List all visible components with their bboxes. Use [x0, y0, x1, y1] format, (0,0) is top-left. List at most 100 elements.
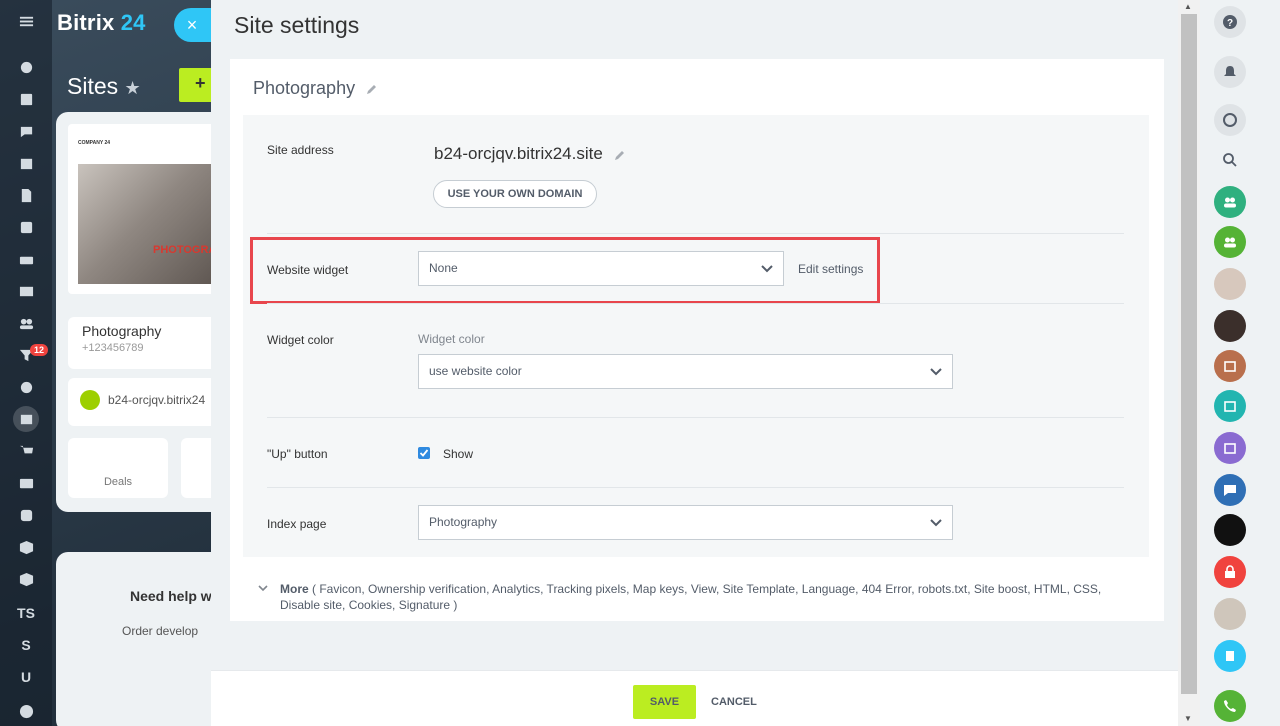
- tasks-icon[interactable]: [13, 214, 39, 240]
- crm-icon[interactable]: [13, 54, 39, 80]
- help-text: Order develop: [122, 624, 199, 638]
- copy-chat-icon[interactable]: [1214, 640, 1246, 672]
- widget-color-select[interactable]: use website color: [418, 354, 953, 389]
- help-title: Need help w: [130, 588, 212, 604]
- widget-color-value: use website color: [429, 364, 522, 378]
- chat-icon[interactable]: [13, 118, 39, 144]
- scroll-up-arrow-icon[interactable]: ▲: [1184, 2, 1192, 11]
- menu-hamburger-icon[interactable]: [13, 8, 39, 34]
- calendar-chat-icon-3[interactable]: [1214, 432, 1246, 464]
- site-address-text: b24-orcjqv.bitrix24.site: [434, 144, 603, 163]
- site-thumbnail[interactable]: COMPANY 24 PHOTOGRA: [68, 124, 226, 294]
- highlight-box: [250, 237, 880, 304]
- site-card-info: Photography +123456789: [68, 317, 226, 369]
- user-avatar-2[interactable]: [1214, 310, 1246, 342]
- calendar-chat-icon[interactable]: [1214, 350, 1246, 382]
- logo-number: 24: [120, 10, 146, 35]
- rail-item-ts[interactable]: TS: [13, 600, 39, 626]
- more-text: More ( Favicon, Ownership verification, …: [258, 581, 1138, 613]
- site-card-link-text: b24-orcjqv.bitrix24: [108, 393, 206, 407]
- settings-form: Photography Site address b24-orcjqv.bitr…: [230, 59, 1164, 621]
- sites-title-text: Sites: [67, 73, 119, 99]
- site-address-value: b24-orcjqv.bitrix24.site: [434, 144, 626, 164]
- rail-item-s[interactable]: S: [13, 632, 39, 658]
- index-page-value: Photography: [429, 515, 498, 529]
- site-card: COMPANY 24 PHOTOGRA Photography +1234567…: [56, 112, 241, 512]
- more-label[interactable]: More: [280, 582, 309, 596]
- edit-pencil-icon[interactable]: [366, 83, 378, 95]
- shop-cart-icon[interactable]: [13, 438, 39, 464]
- edit-address-pencil-icon[interactable]: [614, 149, 626, 161]
- phone-icon[interactable]: [1214, 690, 1246, 722]
- index-page-label: Index page: [267, 517, 327, 531]
- left-menu-rail: 12 TS S U: [0, 0, 52, 726]
- more-section[interactable]: More ( Favicon, Ownership verification, …: [258, 581, 1138, 613]
- document-icon[interactable]: [13, 182, 39, 208]
- bitrix24-logo: Bitrix 24: [57, 10, 146, 36]
- feed-icon[interactable]: [13, 86, 39, 112]
- close-slider-button[interactable]: ×: [174, 8, 214, 42]
- search-icon[interactable]: [1214, 144, 1246, 176]
- calendar-chat-icon-2[interactable]: [1214, 390, 1246, 422]
- settings-inner-block: Site address b24-orcjqv.bitrix24.site US…: [243, 115, 1149, 557]
- user-avatar[interactable]: [1214, 268, 1246, 300]
- link-icon: [80, 390, 100, 410]
- sync-icon[interactable]: [13, 502, 39, 528]
- help-card: Need help w Order develop: [56, 552, 226, 726]
- scrollbar-thumb[interactable]: [1181, 14, 1197, 694]
- panel-title: Site settings: [234, 12, 360, 38]
- site-card-phone: +123456789: [82, 342, 144, 354]
- sites-icon[interactable]: [13, 406, 39, 432]
- box-icon[interactable]: [13, 534, 39, 560]
- star-icon[interactable]: ★: [125, 78, 141, 98]
- drive-icon[interactable]: [13, 246, 39, 272]
- notification-badge: 12: [30, 344, 49, 356]
- site-name-text: Photography: [253, 78, 356, 98]
- messenger-icon[interactable]: [1214, 104, 1246, 136]
- chevron-down-icon[interactable]: [258, 584, 268, 592]
- user-avatar-3[interactable]: [1214, 598, 1246, 630]
- chevron-down-icon: [930, 519, 942, 527]
- svg-text:?: ?: [1227, 18, 1233, 29]
- help-icon[interactable]: ?: [1214, 6, 1246, 38]
- site-name-title: Photography: [253, 78, 378, 99]
- chevron-down-icon[interactable]: [13, 698, 39, 724]
- company-avatar[interactable]: [1214, 514, 1246, 546]
- cancel-button[interactable]: CANCEL: [711, 685, 757, 719]
- site-address-label: Site address: [267, 143, 334, 157]
- divider: [267, 233, 1124, 234]
- index-page-select[interactable]: Photography: [418, 505, 953, 540]
- logo-text: Bitrix: [57, 10, 115, 35]
- site-settings-panel: Site settings Photography Site address b…: [211, 0, 1178, 726]
- group-chat-icon-2[interactable]: [1214, 226, 1246, 258]
- use-own-domain-button[interactable]: USE YOUR OWN DOMAIN: [433, 180, 597, 208]
- divider: [267, 487, 1124, 488]
- scroll-down-arrow-icon[interactable]: ▼: [1184, 714, 1192, 723]
- panel-footer: SAVE CANCEL: [211, 670, 1178, 726]
- sites-page-title: Sites ★: [67, 73, 141, 100]
- group-chat-icon[interactable]: [1214, 186, 1246, 218]
- deals-tile[interactable]: Deals: [68, 438, 168, 498]
- panel-scrollbar[interactable]: ▲ ▼: [1178, 0, 1200, 726]
- rail-item-u[interactable]: U: [13, 664, 39, 690]
- thumbnail-brand: COMPANY 24: [78, 140, 111, 146]
- calendar-icon[interactable]: [13, 150, 39, 176]
- site-card-name[interactable]: Photography: [82, 323, 212, 339]
- show-up-button-checkbox[interactable]: [418, 447, 430, 459]
- box-icon-2[interactable]: [13, 566, 39, 592]
- site-card-link[interactable]: b24-orcjqv.bitrix24: [68, 378, 226, 426]
- thumbnail-photo: [78, 164, 226, 284]
- open-channel-icon[interactable]: [1214, 474, 1246, 506]
- divider: [267, 303, 1124, 304]
- chevron-down-icon: [930, 368, 942, 376]
- mail-icon[interactable]: [13, 278, 39, 304]
- show-label[interactable]: Show: [443, 447, 473, 461]
- contact-card-icon[interactable]: [13, 470, 39, 496]
- right-rail: ?: [1200, 0, 1280, 726]
- lock-icon[interactable]: [1214, 556, 1246, 588]
- widget-color-sublabel: Widget color: [418, 332, 485, 346]
- bell-icon[interactable]: [1214, 56, 1246, 88]
- save-button[interactable]: SAVE: [633, 685, 696, 719]
- groups-icon[interactable]: [13, 310, 39, 336]
- target-icon[interactable]: [13, 374, 39, 400]
